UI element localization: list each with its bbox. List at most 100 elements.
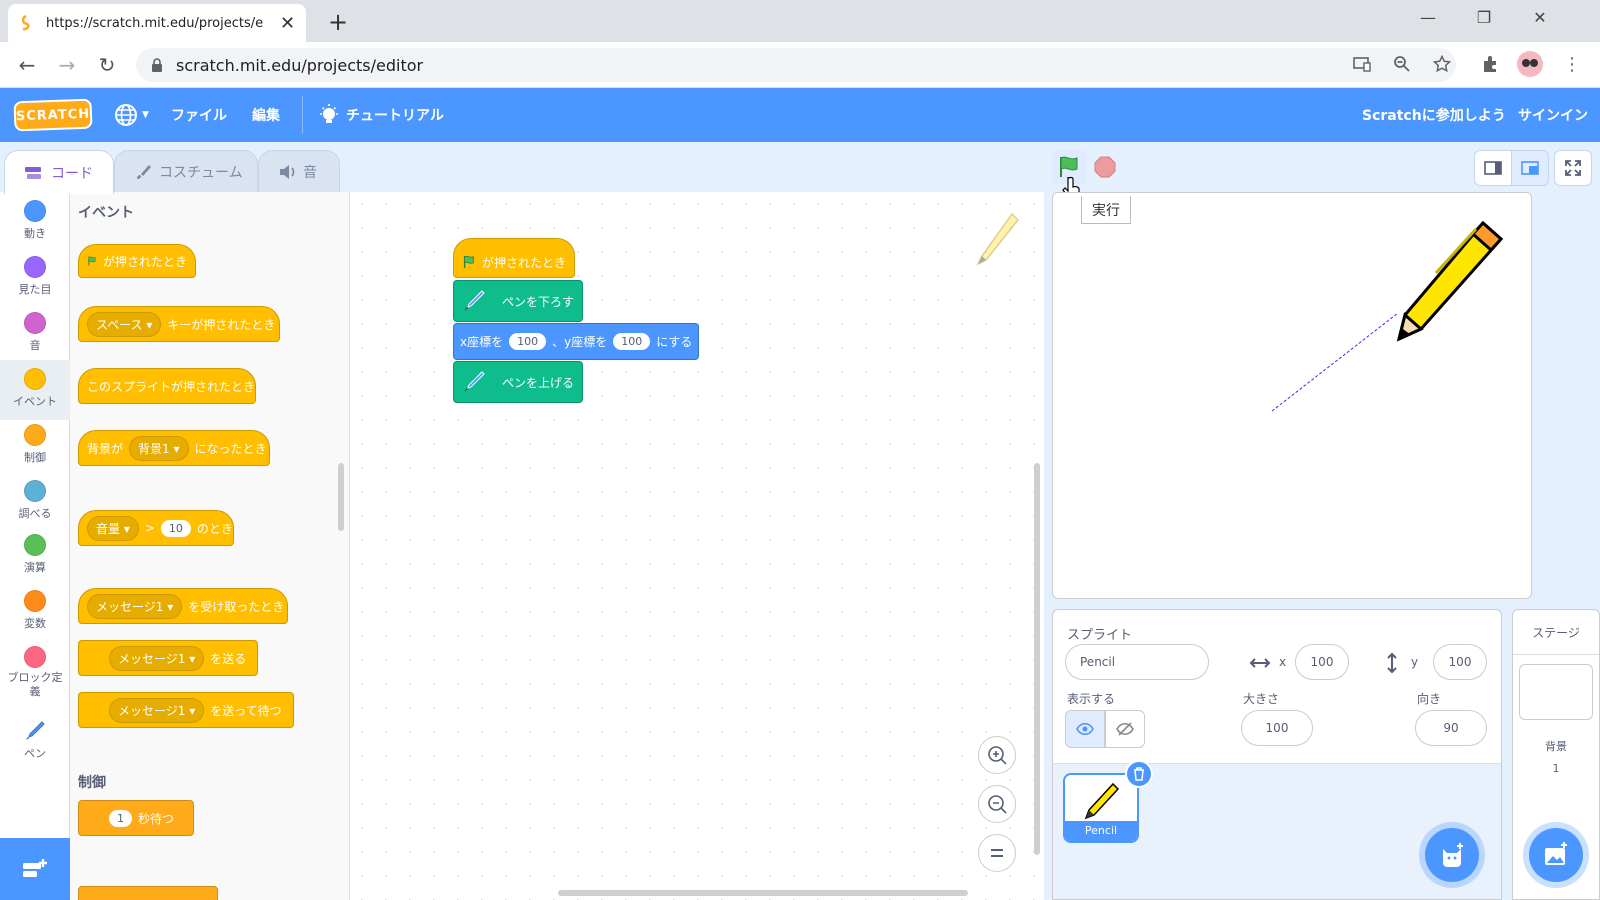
direction-input[interactable]: 90 xyxy=(1415,710,1487,746)
normal-stage-button[interactable] xyxy=(1511,150,1549,186)
pen-icon xyxy=(26,721,45,740)
script-goto-xy[interactable]: x座標を 100 、y座標を 100 にする xyxy=(453,323,699,360)
category-sound[interactable]: 音 xyxy=(0,308,70,364)
y-input[interactable]: 100 xyxy=(1433,644,1487,680)
loudness-input[interactable]: 10 xyxy=(160,519,191,537)
browser-tab[interactable]: https://scratch.mit.edu/projects/e ✕ xyxy=(8,4,306,42)
category-my-blocks[interactable]: ブロック定義 xyxy=(0,642,70,708)
goto-x-input[interactable]: 100 xyxy=(509,333,547,350)
tab-code-label: コード xyxy=(51,165,93,182)
goto-y-input[interactable]: 100 xyxy=(613,333,651,350)
fullscreen-button[interactable] xyxy=(1554,150,1592,186)
small-stage-button[interactable] xyxy=(1474,150,1512,186)
new-tab-button[interactable]: + xyxy=(324,8,352,36)
category-dot xyxy=(24,590,46,612)
category-motion[interactable]: 動き xyxy=(0,196,70,252)
category-dot xyxy=(24,312,46,334)
message-dropdown[interactable]: メッセージ1 ▾ xyxy=(109,697,205,723)
category-operators[interactable]: 演算 xyxy=(0,530,70,586)
key-dropdown[interactable]: スペース ▾ xyxy=(87,311,162,337)
script-pen-up[interactable]: ペンを上げる xyxy=(453,361,583,403)
sprite-thumbnail[interactable]: Pencil xyxy=(1063,773,1139,843)
pencil-sprite[interactable] xyxy=(1378,215,1508,365)
when-flag-clicked-block[interactable]: が押されたとき xyxy=(78,244,196,278)
script-vertical-scrollbar[interactable] xyxy=(1034,463,1040,855)
bookmark-star-icon[interactable] xyxy=(1428,50,1456,78)
signin-link[interactable]: サインイン xyxy=(1518,88,1588,142)
size-input[interactable]: 100 xyxy=(1241,710,1313,746)
back-icon[interactable]: ← xyxy=(14,52,40,78)
delete-sprite-button[interactable] xyxy=(1125,760,1153,788)
stage-thumbnail[interactable] xyxy=(1519,664,1593,720)
script-horizontal-scrollbar[interactable] xyxy=(558,890,968,896)
tab-costume-label: コスチューム xyxy=(159,164,243,181)
category-variables[interactable]: 変数 xyxy=(0,586,70,642)
script-when-flag-clicked[interactable]: が押されたとき xyxy=(453,238,575,278)
file-menu[interactable]: ファイル xyxy=(171,88,227,142)
x-input[interactable]: 100 xyxy=(1295,644,1349,680)
show-visible-button[interactable] xyxy=(1065,710,1105,748)
category-pen[interactable]: ペン xyxy=(0,716,70,772)
extensions-icon[interactable] xyxy=(1476,50,1504,78)
stage-selector[interactable]: ステージ 背景 1 xyxy=(1512,609,1600,900)
zoom-out-button[interactable] xyxy=(978,785,1016,823)
partial-control-block[interactable] xyxy=(78,886,218,900)
script-area[interactable]: が押されたとき ペンを下ろす x座標を 100 、y座標を 100 にする ペン… xyxy=(350,192,1044,900)
close-tab-icon[interactable]: ✕ xyxy=(280,13,296,34)
profile-avatar[interactable] xyxy=(1516,50,1544,78)
stage-canvas[interactable] xyxy=(1052,192,1532,599)
zoom-in-button[interactable] xyxy=(978,736,1016,774)
show-label: 表示する xyxy=(1067,692,1116,706)
show-hidden-button[interactable] xyxy=(1105,710,1145,748)
language-menu[interactable]: ▼ xyxy=(114,88,149,142)
add-extension-button[interactable] xyxy=(0,838,70,900)
category-dot xyxy=(24,200,46,222)
reload-icon[interactable]: ↻ xyxy=(94,52,120,78)
broadcast-and-wait-block[interactable]: メッセージ1 ▾ を送って待つ xyxy=(78,692,294,728)
category-label: 変数 xyxy=(24,617,46,630)
wait-seconds-block[interactable]: 1 秒待つ xyxy=(78,800,194,836)
block-label: 秒待つ xyxy=(138,811,175,826)
category-events[interactable]: イベント xyxy=(0,360,70,420)
tutorial-menu[interactable]: チュートリアル xyxy=(318,88,444,142)
forward-icon[interactable]: → xyxy=(54,52,80,78)
edit-menu[interactable]: 編集 xyxy=(252,88,280,142)
broadcast-block[interactable]: メッセージ1 ▾ を送る xyxy=(78,640,258,676)
tab-sound[interactable]: 音 xyxy=(258,150,340,192)
category-control[interactable]: 制御 xyxy=(0,420,70,476)
join-scratch-link[interactable]: Scratchに参加しよう xyxy=(1362,88,1506,142)
scratch-logo[interactable]: SCRATCH xyxy=(13,98,93,132)
script-pen-down[interactable]: ペンを下ろす xyxy=(453,280,583,322)
close-window-icon[interactable]: ✕ xyxy=(1528,8,1552,27)
message-dropdown[interactable]: メッセージ1 ▾ xyxy=(87,593,183,619)
choose-backdrop-button[interactable] xyxy=(1529,828,1583,882)
wait-input[interactable]: 1 xyxy=(109,809,132,827)
restore-icon[interactable]: ❐ xyxy=(1472,8,1496,27)
when-backdrop-switches-block[interactable]: 背景が 背景1 ▾ になったとき xyxy=(78,430,270,466)
category-looks[interactable]: 見た目 xyxy=(0,252,70,308)
cast-icon[interactable] xyxy=(1348,50,1376,78)
category-dot xyxy=(24,534,46,556)
when-loudness-block[interactable]: 音量 ▾ > 10 のとき xyxy=(78,510,234,546)
block-label: x座標を xyxy=(460,335,504,349)
stop-button[interactable] xyxy=(1088,150,1122,184)
message-dropdown[interactable]: メッセージ1 ▾ xyxy=(109,645,205,671)
url-bar[interactable]: scratch.mit.edu/projects/editor xyxy=(136,48,1456,82)
choose-sprite-button[interactable] xyxy=(1425,828,1479,882)
category-sensing[interactable]: 調べる xyxy=(0,476,70,532)
tab-code[interactable]: コード xyxy=(4,150,114,194)
loudness-dropdown[interactable]: 音量 ▾ xyxy=(87,515,139,541)
sprite-name-input[interactable]: Pencil xyxy=(1065,644,1209,680)
when-sprite-clicked-block[interactable]: このスプライトが押されたとき xyxy=(78,368,256,404)
block-label: にする xyxy=(656,335,693,349)
tab-costume[interactable]: コスチューム xyxy=(114,150,258,192)
when-i-receive-block[interactable]: メッセージ1 ▾ を受け取ったとき xyxy=(78,588,288,624)
browser-menu-icon[interactable]: ⋮ xyxy=(1558,50,1586,78)
zoom-icon[interactable] xyxy=(1388,50,1416,78)
backdrop-dropdown[interactable]: 背景1 ▾ xyxy=(129,435,189,461)
palette-scrollbar[interactable] xyxy=(338,463,344,531)
block-label: が押されたとき xyxy=(481,255,566,270)
when-key-pressed-block[interactable]: スペース ▾ キーが押されたとき xyxy=(78,306,280,342)
minimize-icon[interactable]: — xyxy=(1416,8,1440,27)
zoom-reset-button[interactable] xyxy=(978,834,1016,872)
